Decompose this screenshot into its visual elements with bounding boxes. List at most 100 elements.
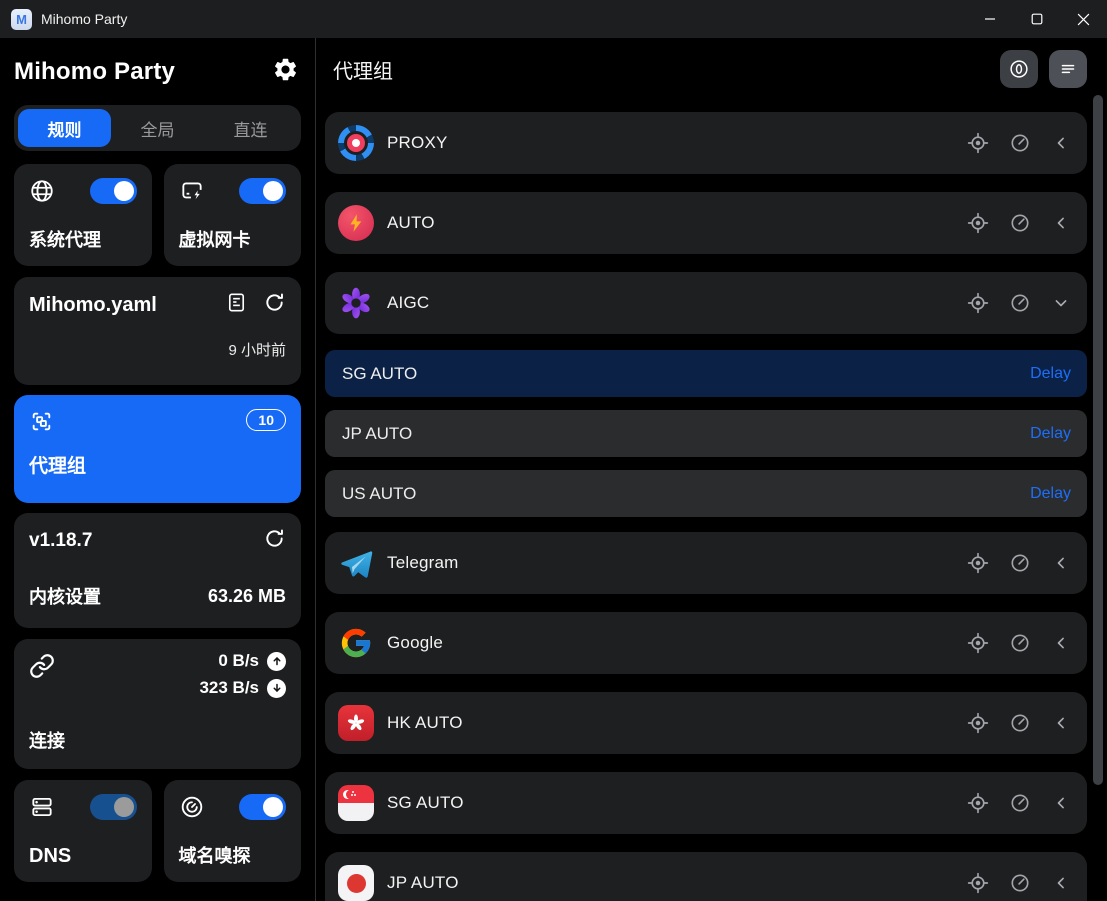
expand-collapse-button[interactable]	[1051, 553, 1071, 573]
group-row-sg-auto[interactable]: SG AUTO	[325, 772, 1087, 834]
delay-test-all-button[interactable]	[1000, 50, 1038, 88]
settings-button[interactable]	[272, 56, 299, 88]
speedtest-gauge-icon	[1009, 792, 1031, 814]
proxy-item-us-auto[interactable]: US AUTO Delay	[325, 470, 1087, 517]
globe-icon	[29, 178, 55, 204]
expand-collapse-button[interactable]	[1051, 133, 1071, 153]
link-icon	[29, 653, 55, 679]
dns-card[interactable]: DNS	[14, 780, 152, 882]
group-row-proxy[interactable]: PROXY	[325, 112, 1087, 174]
speedtest-gauge-icon	[1009, 712, 1031, 734]
app-logo-icon: M	[11, 9, 32, 30]
page-title: 代理组	[333, 55, 393, 84]
view-mode-button[interactable]	[1049, 50, 1087, 88]
speedtest-gauge-icon	[1009, 872, 1031, 894]
connections-label: 连接	[29, 727, 65, 753]
sniffer-card[interactable]: 域名嗅探	[164, 780, 302, 882]
group-name: AIGC	[387, 293, 429, 313]
group-row-google[interactable]: Google	[325, 612, 1087, 674]
proxy-item-sg-auto[interactable]: SG AUTO Delay	[325, 350, 1087, 397]
group-row-hk-auto[interactable]: HK AUTO	[325, 692, 1087, 754]
locate-node-button[interactable]	[967, 632, 989, 654]
core-settings-label: 内核设置	[29, 583, 101, 609]
group-row-jp-auto[interactable]: JP AUTO	[325, 852, 1087, 901]
core-settings-card[interactable]: v1.18.7 内核设置 63.26 MB	[14, 513, 301, 628]
group-name: SG AUTO	[387, 793, 464, 813]
japan-flag-icon	[338, 865, 374, 901]
locate-node-button[interactable]	[967, 212, 989, 234]
virtual-nic-label: 虚拟网卡	[179, 226, 287, 252]
minimize-icon	[984, 13, 996, 25]
chevron-left-icon	[1051, 133, 1071, 153]
locate-node-button[interactable]	[967, 872, 989, 894]
delay-test-button[interactable]	[1009, 552, 1031, 574]
virtual-nic-toggle[interactable]	[239, 178, 286, 204]
expand-collapse-button[interactable]	[1051, 293, 1071, 313]
speedtest-gauge-icon	[1009, 132, 1031, 154]
proxy-groups-count-badge: 10	[246, 409, 286, 431]
proxy-item-jp-auto[interactable]: JP AUTO Delay	[325, 410, 1087, 457]
group-row-aigc[interactable]: AIGC	[325, 272, 1087, 334]
expand-collapse-button[interactable]	[1051, 793, 1071, 813]
refresh-icon	[263, 291, 286, 314]
dns-toggle[interactable]	[90, 794, 137, 820]
delay-label[interactable]: Delay	[1030, 425, 1071, 443]
proxy-groups-nav-card[interactable]: 10 代理组	[14, 395, 301, 503]
titlebar: M Mihomo Party	[0, 0, 1107, 38]
expand-collapse-button[interactable]	[1051, 633, 1071, 653]
download-speed: 323 B/s	[199, 678, 259, 698]
singapore-flag-icon	[338, 785, 374, 821]
profile-updated-time: 9 小时前	[29, 339, 286, 360]
delay-test-button[interactable]	[1009, 292, 1031, 314]
tab-global[interactable]: 全局	[111, 109, 204, 147]
delay-test-button[interactable]	[1009, 792, 1031, 814]
locate-node-button[interactable]	[967, 712, 989, 734]
main-panel: 代理组	[316, 38, 1107, 901]
expand-collapse-button[interactable]	[1051, 713, 1071, 733]
delay-label[interactable]: Delay	[1030, 365, 1071, 383]
delay-test-button[interactable]	[1009, 872, 1031, 894]
profile-card[interactable]: Mihomo.yaml	[14, 277, 301, 385]
maximize-icon	[1031, 13, 1043, 25]
aigc-proxy-list: SG AUTO Delay JP AUTO Delay US AUTO Dela…	[325, 350, 1087, 517]
virtual-nic-card[interactable]: 虚拟网卡	[164, 164, 302, 266]
tab-rule[interactable]: 规则	[18, 109, 111, 147]
system-proxy-label: 系统代理	[29, 226, 137, 252]
group-row-telegram[interactable]: Telegram	[325, 532, 1087, 594]
minimize-button[interactable]	[966, 0, 1013, 38]
expand-collapse-button[interactable]	[1051, 213, 1071, 233]
system-proxy-card[interactable]: 系统代理	[14, 164, 152, 266]
delay-test-button[interactable]	[1009, 632, 1031, 654]
connections-card[interactable]: 0 B/s 323 B/s 连接	[14, 639, 301, 769]
sniffer-toggle[interactable]	[239, 794, 286, 820]
app-window: M Mihomo Party Mihomo Party 规则	[0, 0, 1107, 901]
vertical-scrollbar[interactable]	[1093, 95, 1103, 785]
locate-node-button[interactable]	[967, 292, 989, 314]
delay-test-button[interactable]	[1009, 212, 1031, 234]
tab-direct[interactable]: 直连	[204, 109, 297, 147]
system-proxy-toggle[interactable]	[90, 178, 137, 204]
proxy-name: SG AUTO	[342, 364, 417, 384]
core-restart-button[interactable]	[263, 527, 286, 555]
chevron-left-icon	[1051, 633, 1071, 653]
delay-test-button[interactable]	[1009, 132, 1031, 154]
sniffer-label: 域名嗅探	[179, 842, 287, 868]
locate-icon	[967, 872, 989, 894]
expand-collapse-button[interactable]	[1051, 873, 1071, 893]
profile-detail-button[interactable]	[225, 291, 248, 319]
locate-node-button[interactable]	[967, 132, 989, 154]
upload-speed: 0 B/s	[218, 651, 259, 671]
titlebar-title: Mihomo Party	[41, 11, 127, 27]
delay-label[interactable]: Delay	[1030, 485, 1071, 503]
group-name: PROXY	[387, 133, 448, 153]
locate-node-button[interactable]	[967, 552, 989, 574]
delay-test-button[interactable]	[1009, 712, 1031, 734]
group-name: JP AUTO	[387, 873, 459, 893]
maximize-button[interactable]	[1013, 0, 1060, 38]
group-row-auto[interactable]: AUTO	[325, 192, 1087, 254]
close-button[interactable]	[1060, 0, 1107, 38]
proxy-name: US AUTO	[342, 484, 416, 504]
profile-refresh-button[interactable]	[263, 291, 286, 319]
locate-node-button[interactable]	[967, 792, 989, 814]
zero-circle-icon	[1008, 58, 1030, 80]
